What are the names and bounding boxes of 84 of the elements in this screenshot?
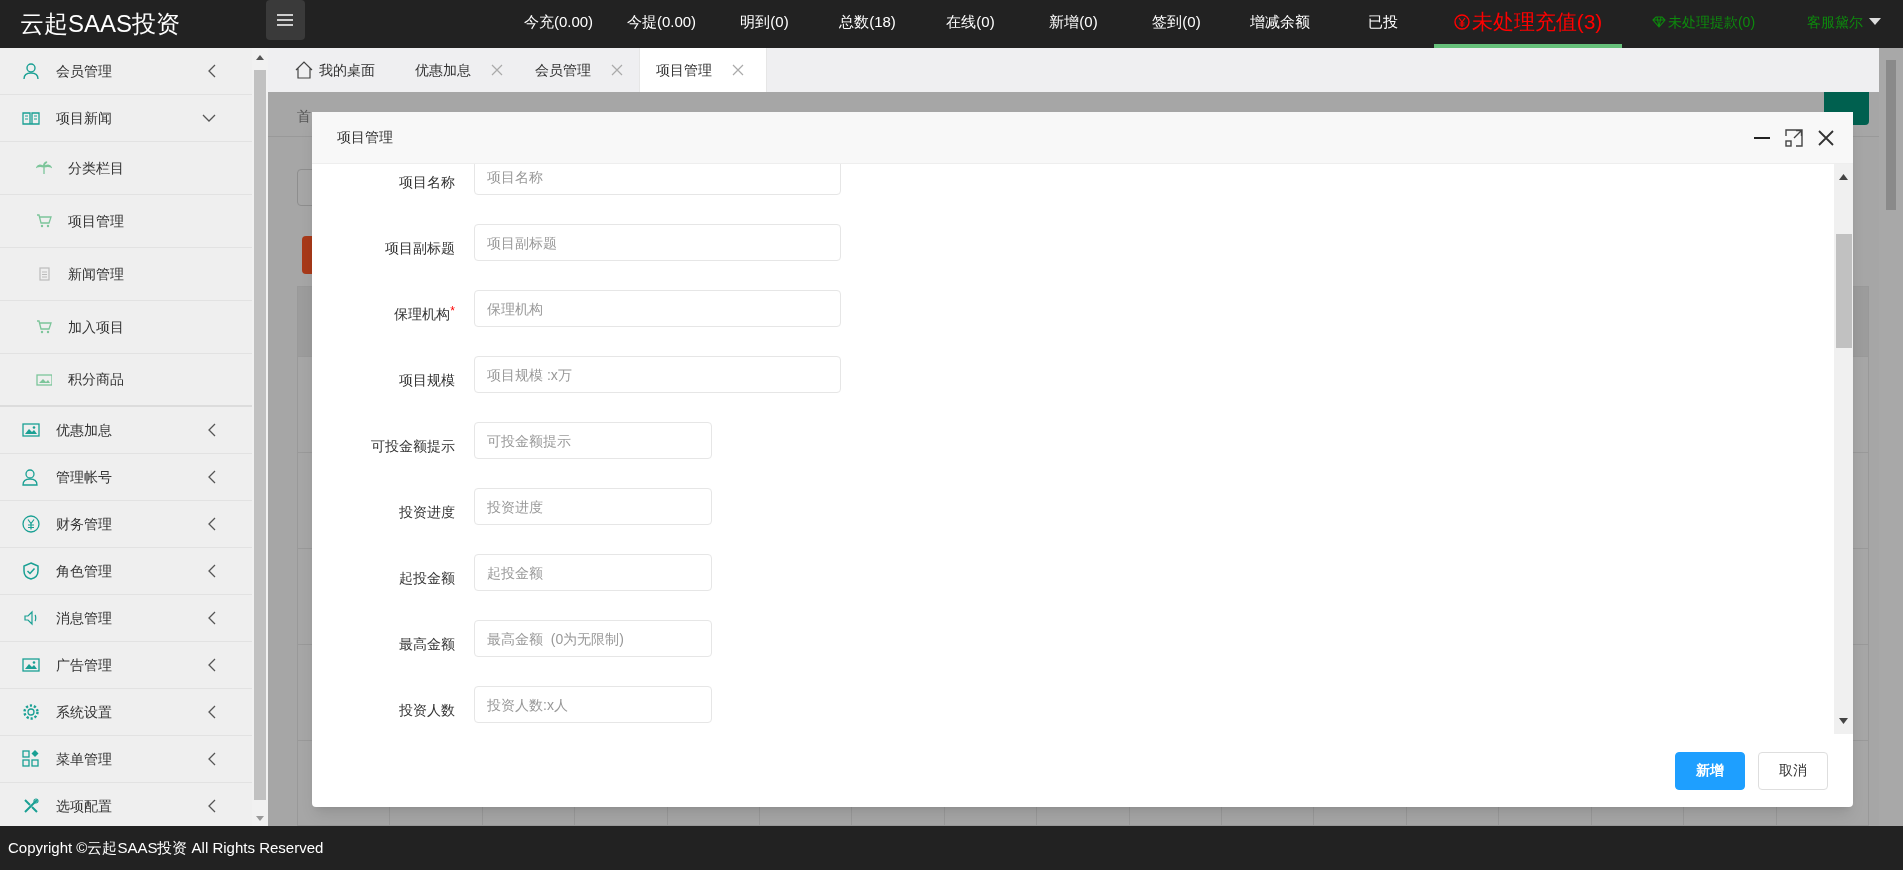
page-scrollbar[interactable]: [1879, 48, 1903, 826]
input-field[interactable]: 投资人数:x人: [474, 686, 712, 723]
stat-link[interactable]: 明到(0): [713, 0, 816, 48]
user-menu[interactable]: 客服黛尔: [1785, 0, 1903, 48]
close-icon[interactable]: [1817, 128, 1835, 147]
chevron-left-icon: [208, 564, 216, 578]
scroll-thumb[interactable]: [254, 70, 266, 800]
stat-link[interactable]: 已投: [1331, 0, 1434, 48]
field-label: 最高金额: [399, 635, 455, 654]
input-field[interactable]: 投资进度: [474, 488, 712, 525]
scroll-thumb[interactable]: [1886, 60, 1896, 210]
chevron-left-icon: [208, 658, 216, 672]
field-label: 项目名称: [399, 173, 455, 192]
chevron-left-icon: [208, 752, 216, 766]
caret-icon: [1869, 18, 1881, 26]
picture-frame-icon: [22, 656, 40, 674]
book-icon: [22, 109, 40, 127]
gear-icon: [22, 703, 40, 721]
chevron-left-icon: [208, 470, 216, 484]
chevron-left-icon: [208, 799, 216, 813]
tab[interactable]: 项目管理: [639, 48, 767, 92]
tab[interactable]: 我的桌面: [279, 48, 399, 92]
stat-link[interactable]: 增减余额: [1228, 0, 1331, 48]
tools-icon: [22, 797, 40, 815]
dialog-scrollbar[interactable]: [1834, 164, 1853, 734]
person-icon: [22, 468, 40, 486]
field-label: 投资人数: [399, 701, 455, 720]
picture-frame-icon: [22, 421, 40, 439]
field-label: 项目副标题: [385, 239, 455, 258]
cancel-button[interactable]: 取消: [1758, 751, 1828, 790]
chevron-left-icon: [208, 611, 216, 625]
scroll-up-icon[interactable]: [256, 54, 264, 60]
required-mark: *: [450, 304, 455, 318]
field-label: 起投金额: [399, 569, 455, 588]
sidebar-item[interactable]: 项目新闻: [0, 95, 252, 142]
grid-icon: [22, 750, 40, 768]
sidebar-item[interactable]: 菜单管理: [0, 736, 252, 783]
diamond-icon: [1651, 16, 1666, 28]
logo: 云起SAAS投资: [20, 9, 181, 39]
sidebar-scrollbar[interactable]: [252, 48, 268, 826]
menu-icon: [277, 14, 294, 26]
cart-icon: [36, 213, 52, 229]
input-field[interactable]: 起投金额: [474, 554, 712, 591]
chevron-left-icon: [208, 64, 216, 78]
input-field[interactable]: 项目副标题: [474, 224, 841, 261]
stat-link[interactable]: 在线(0): [919, 0, 1022, 48]
chevron-left-icon: [208, 705, 216, 719]
input-field[interactable]: 最高金额 (0为无限制): [474, 620, 712, 657]
stat-link[interactable]: 签到(0): [1125, 0, 1228, 48]
person-icon: [22, 62, 40, 80]
picture-frame-icon: [36, 371, 52, 388]
input-field[interactable]: 项目名称: [474, 164, 841, 195]
maximize-icon[interactable]: [1785, 128, 1803, 147]
document-icon: [36, 266, 52, 282]
scroll-down-icon[interactable]: [1839, 718, 1848, 724]
field-label: 可投金额提示: [371, 437, 455, 456]
tab[interactable]: 会员管理: [519, 48, 639, 92]
input-field[interactable]: 项目规模 :x万: [474, 356, 841, 393]
chevron-left-icon: [208, 517, 216, 531]
field-label: 投资进度: [399, 503, 455, 522]
palm-tree-icon: [36, 160, 52, 176]
cart-icon: [36, 319, 52, 335]
stat-link[interactable]: 未处理提款(0): [1622, 0, 1785, 48]
stat-link[interactable]: 今提(0.00): [610, 0, 713, 48]
scroll-thumb[interactable]: [1835, 234, 1852, 348]
input-field[interactable]: 可投金额提示: [474, 422, 712, 459]
chevron-down-icon: [202, 114, 216, 122]
scroll-up-icon[interactable]: [1839, 174, 1848, 180]
field-label: 项目规模: [399, 371, 455, 390]
field-label: 保理机构: [394, 305, 451, 324]
yen-circle-icon: [1453, 14, 1470, 30]
copyright-text: Copyright ©云起SAAS投资 All Rights Reserved: [8, 837, 324, 858]
chevron-left-icon: [208, 423, 216, 437]
input-field[interactable]: 保理机构: [474, 290, 841, 327]
dialog-title: 项目管理: [337, 128, 393, 147]
tab[interactable]: 优惠加息: [399, 48, 519, 92]
menu-button[interactable]: [265, 0, 305, 40]
stat-link[interactable]: 总数(18): [816, 0, 919, 48]
home-icon: [295, 61, 313, 79]
yen-circle-icon: [22, 515, 40, 533]
stat-link[interactable]: 今充(0.00): [507, 0, 610, 48]
breadcrumb: 首: [297, 107, 311, 126]
stat-link[interactable]: 新增(0): [1022, 0, 1125, 48]
shield-icon: [22, 562, 40, 580]
